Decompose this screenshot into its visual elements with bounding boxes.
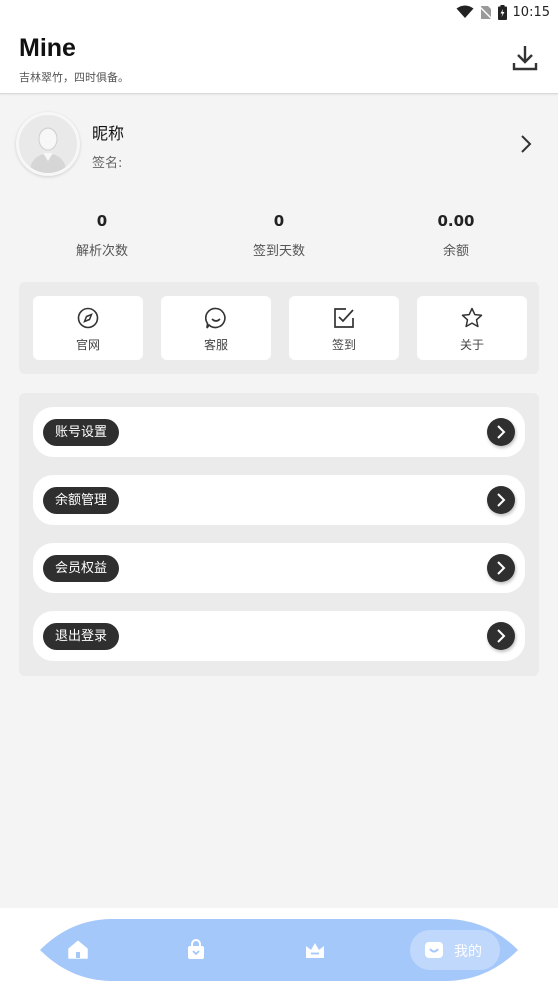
chevron-right-icon[interactable] bbox=[487, 418, 515, 446]
stat-label: 解析次数 bbox=[75, 244, 128, 259]
nav-home[interactable] bbox=[66, 938, 90, 962]
chevron-right-icon[interactable] bbox=[487, 554, 515, 582]
smile-chat-icon bbox=[205, 307, 226, 329]
download-button[interactable] bbox=[512, 44, 538, 72]
nav-shop[interactable] bbox=[184, 938, 208, 962]
page-title: Mine bbox=[19, 34, 76, 62]
shortcut-label: 签到 bbox=[331, 338, 356, 352]
menu-item-label: 账号设置 bbox=[43, 419, 120, 446]
signature: 签名: bbox=[92, 156, 123, 171]
stat-value: 0.00 bbox=[437, 212, 475, 230]
shortcut-label: 客服 bbox=[203, 338, 228, 352]
avatar[interactable] bbox=[16, 112, 80, 176]
status-bar: 10:15 bbox=[0, 0, 558, 24]
profile-card[interactable]: 昵称 签名: bbox=[16, 110, 542, 180]
menu-item-label: 余额管理 bbox=[43, 487, 120, 514]
download-icon bbox=[512, 46, 538, 71]
stat-label: 余额 bbox=[442, 244, 469, 259]
stat-value: 0 bbox=[273, 212, 285, 230]
stat-balance: 0.00 余额 bbox=[368, 210, 544, 262]
signin-button[interactable]: 签到 bbox=[289, 296, 399, 360]
checkbox-icon bbox=[334, 308, 354, 328]
settings-menu: 账号设置 余额管理 会员权益 退出登录 bbox=[19, 393, 539, 676]
profile-icon bbox=[425, 942, 443, 958]
no-sim-icon bbox=[479, 5, 492, 20]
menu-item-label: 会员权益 bbox=[43, 555, 120, 582]
stat-parse-count: 0 解析次数 bbox=[14, 210, 190, 262]
star-icon bbox=[461, 307, 483, 328]
stat-signin-days: 0 签到天数 bbox=[191, 210, 367, 262]
compass-icon bbox=[77, 307, 99, 329]
customer-service-button[interactable]: 客服 bbox=[161, 296, 271, 360]
menu-item-account-settings[interactable]: 账号设置 bbox=[33, 407, 525, 457]
menu-item-balance-management[interactable]: 余额管理 bbox=[33, 475, 525, 525]
crown-icon bbox=[306, 943, 324, 958]
bottom-nav: 我的 bbox=[40, 918, 518, 982]
about-button[interactable]: 关于 bbox=[417, 296, 527, 360]
default-avatar-icon bbox=[19, 115, 77, 173]
stats-row: 0 解析次数 0 签到天数 0.00 余额 bbox=[14, 210, 544, 262]
nickname: 昵称 bbox=[92, 124, 125, 143]
menu-item-logout[interactable]: 退出登录 bbox=[33, 611, 525, 661]
wifi-icon bbox=[456, 5, 474, 18]
home-icon bbox=[68, 940, 88, 959]
status-time: 10:15 bbox=[512, 4, 550, 20]
shortcut-label: 关于 bbox=[459, 338, 484, 352]
chevron-right-icon[interactable] bbox=[487, 622, 515, 650]
menu-item-label: 退出登录 bbox=[43, 623, 120, 650]
chevron-right-icon[interactable] bbox=[518, 132, 534, 156]
stat-value: 0 bbox=[96, 212, 108, 230]
shortcut-label: 官网 bbox=[75, 338, 100, 352]
menu-item-membership-benefits[interactable]: 会员权益 bbox=[33, 543, 525, 593]
shortcut-panel: 官网 客服 签到 关于 bbox=[19, 282, 539, 374]
nav-mine[interactable]: 我的 bbox=[410, 930, 500, 970]
website-button[interactable]: 官网 bbox=[33, 296, 143, 360]
stat-label: 签到天数 bbox=[252, 244, 305, 259]
nav-mine-label: 我的 bbox=[454, 944, 482, 960]
nav-vip[interactable] bbox=[303, 938, 327, 962]
chevron-right-icon[interactable] bbox=[487, 486, 515, 514]
page-subtitle: 吉林翠竹，四时俱备。 bbox=[19, 71, 129, 84]
bag-icon bbox=[188, 939, 204, 959]
app-header: Mine 吉林翠竹，四时俱备。 bbox=[0, 24, 558, 94]
battery-icon bbox=[497, 4, 507, 20]
